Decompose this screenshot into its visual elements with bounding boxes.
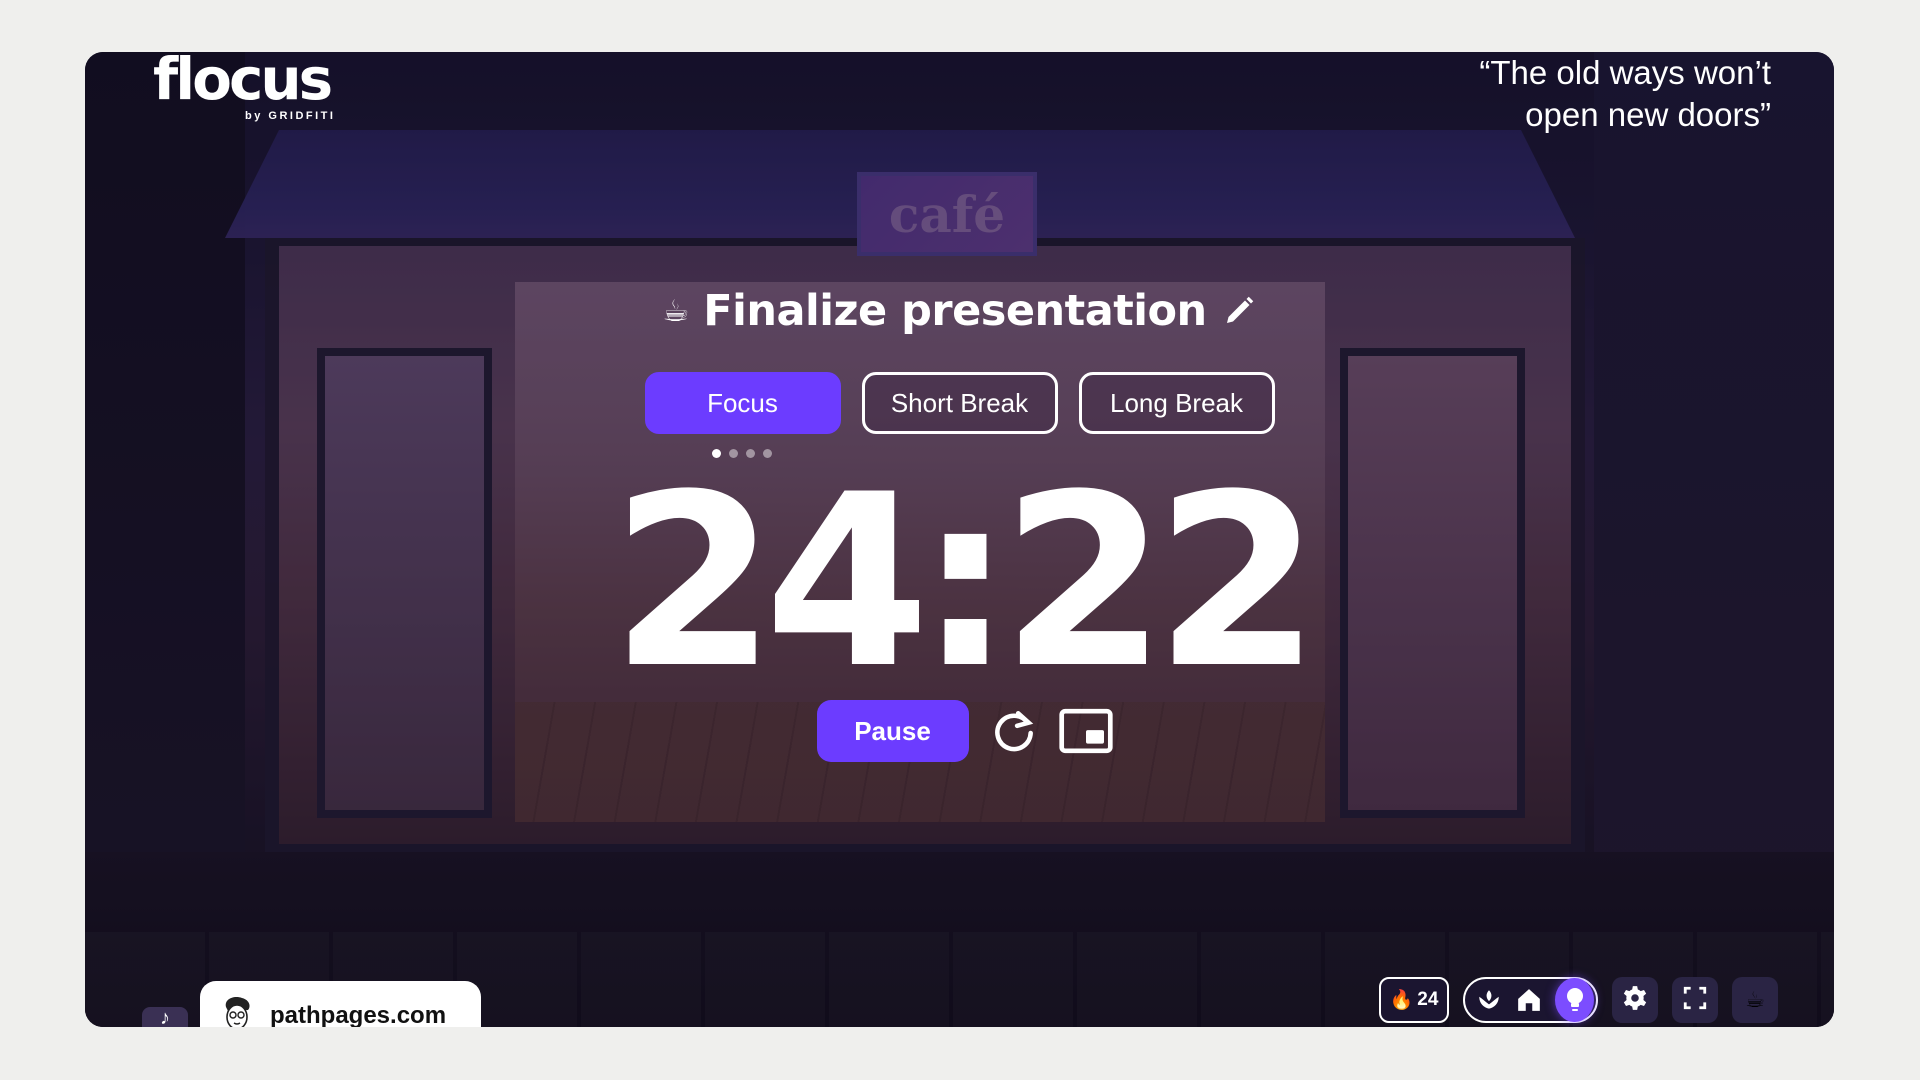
scene-switcher <box>1463 977 1598 1023</box>
music-note-icon: ♪ <box>160 1007 170 1027</box>
logo-name: flocus <box>153 52 333 113</box>
settings-button[interactable] <box>1612 977 1658 1023</box>
streak-count: 24 <box>1417 989 1439 1010</box>
task-emoji-icon[interactable]: ☕ <box>662 294 689 329</box>
coffee-cup-icon: ☕ <box>1745 987 1765 1012</box>
lightbulb-icon[interactable] <box>1555 978 1594 1022</box>
quote-line-1: “The old ways won’t <box>1479 54 1771 91</box>
task-title[interactable]: Finalize presentation <box>703 286 1207 336</box>
fire-icon: 🔥 <box>1389 990 1414 1011</box>
promo-badge[interactable]: pathpages.com <box>200 981 481 1027</box>
avatar-icon <box>220 995 254 1027</box>
quote-line-2: open new doors” <box>1525 96 1771 133</box>
pencil-icon[interactable] <box>1221 293 1257 329</box>
music-button[interactable]: ♪ <box>142 1007 188 1027</box>
fullscreen-icon <box>1682 985 1708 1016</box>
plant-icon[interactable] <box>1475 984 1503 1016</box>
tab-long-break[interactable]: Long Break <box>1078 372 1275 434</box>
picture-in-picture-icon[interactable] <box>1058 704 1113 758</box>
app-logo[interactable]: flocus by GRIDFITI <box>153 52 333 122</box>
streak-counter[interactable]: 🔥 24 <box>1379 977 1449 1023</box>
motivational-quote: “The old ways won’t open new doors” <box>1479 52 1771 136</box>
mode-tabs: Focus Short Break Long Break <box>85 372 1834 434</box>
promo-text: pathpages.com <box>270 1002 447 1027</box>
home-icon[interactable] <box>1515 984 1543 1016</box>
bottom-toolbar: 🔥 24 ☕ <box>1379 977 1778 1023</box>
reset-icon[interactable] <box>987 704 1041 758</box>
app-window: café flocus by GRIDFITI “The old ways wo… <box>85 52 1834 1027</box>
theme-button[interactable]: ☕ <box>1732 977 1778 1023</box>
current-task: ☕ Finalize presentation <box>85 286 1834 336</box>
timer-controls: Pause <box>85 700 1834 762</box>
logo-byline: by GRIDFITI <box>245 110 336 122</box>
tab-short-break[interactable]: Short Break <box>861 372 1058 434</box>
gear-icon <box>1622 985 1648 1016</box>
fullscreen-button[interactable] <box>1672 977 1718 1023</box>
tab-focus[interactable]: Focus <box>644 372 841 434</box>
timer-display: 24:22 <box>610 444 1321 721</box>
pause-button[interactable]: Pause <box>816 700 969 762</box>
